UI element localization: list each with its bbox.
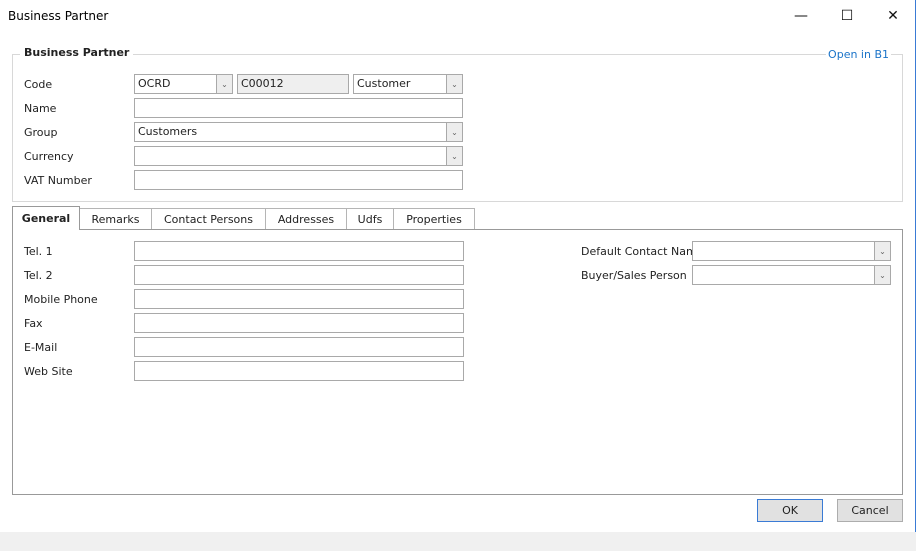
tab-remarks[interactable]: Remarks: [79, 208, 152, 230]
currency-label: Currency: [24, 150, 74, 163]
tel2-input[interactable]: [134, 265, 464, 285]
fax-input[interactable]: [134, 313, 464, 333]
name-label: Name: [24, 102, 57, 115]
buyer-select[interactable]: ⌄: [692, 265, 891, 285]
mobile-label: Mobile Phone: [24, 293, 98, 306]
open-in-b1-link[interactable]: Open in B1: [826, 48, 891, 61]
fax-label: Fax: [24, 317, 43, 330]
vat-input[interactable]: [134, 170, 463, 190]
chevron-down-icon[interactable]: ⌄: [446, 147, 462, 165]
minimize-button[interactable]: —: [778, 0, 824, 32]
ok-button[interactable]: OK: [757, 499, 823, 522]
website-input[interactable]: [134, 361, 464, 381]
maximize-button[interactable]: ☐: [824, 0, 870, 32]
code-series-value: OCRD: [138, 77, 171, 90]
email-label: E-Mail: [24, 341, 58, 354]
tab-contact-persons[interactable]: Contact Persons: [151, 208, 266, 230]
window-title: Business Partner: [8, 9, 109, 23]
group-label: Group: [24, 126, 58, 139]
code-field: C00012: [237, 74, 349, 94]
chevron-down-icon[interactable]: ⌄: [874, 242, 890, 260]
chevron-down-icon[interactable]: ⌄: [446, 75, 462, 93]
chevron-down-icon[interactable]: ⌄: [216, 75, 232, 93]
tab-addresses[interactable]: Addresses: [265, 208, 347, 230]
buyer-label: Buyer/Sales Person: [581, 269, 687, 282]
code-type-value: Customer: [357, 77, 411, 90]
tel1-input[interactable]: [134, 241, 464, 261]
status-strip: [0, 532, 916, 551]
group-select[interactable]: Customers ⌄: [134, 122, 463, 142]
website-label: Web Site: [24, 365, 73, 378]
code-label: Code: [24, 78, 53, 91]
default-contact-label: Default Contact Name: [581, 245, 704, 258]
cancel-button[interactable]: Cancel: [837, 499, 903, 522]
tab-properties[interactable]: Properties: [393, 208, 475, 230]
tab-general[interactable]: General: [12, 206, 80, 230]
currency-select[interactable]: ⌄: [134, 146, 463, 166]
mobile-input[interactable]: [134, 289, 464, 309]
tel2-label: Tel. 2: [24, 269, 53, 282]
tel1-label: Tel. 1: [24, 245, 53, 258]
email-input[interactable]: [134, 337, 464, 357]
code-series-select[interactable]: OCRD ⌄: [134, 74, 233, 94]
name-input[interactable]: [134, 98, 463, 118]
vat-label: VAT Number: [24, 174, 92, 187]
group-value: Customers: [138, 125, 198, 138]
code-type-select[interactable]: Customer ⌄: [353, 74, 463, 94]
group-legend: Business Partner: [20, 46, 134, 59]
close-button[interactable]: ✕: [870, 0, 916, 32]
chevron-down-icon[interactable]: ⌄: [874, 266, 890, 284]
chevron-down-icon[interactable]: ⌄: [446, 123, 462, 141]
default-contact-select[interactable]: ⌄: [692, 241, 891, 261]
tab-udfs[interactable]: Udfs: [346, 208, 394, 230]
